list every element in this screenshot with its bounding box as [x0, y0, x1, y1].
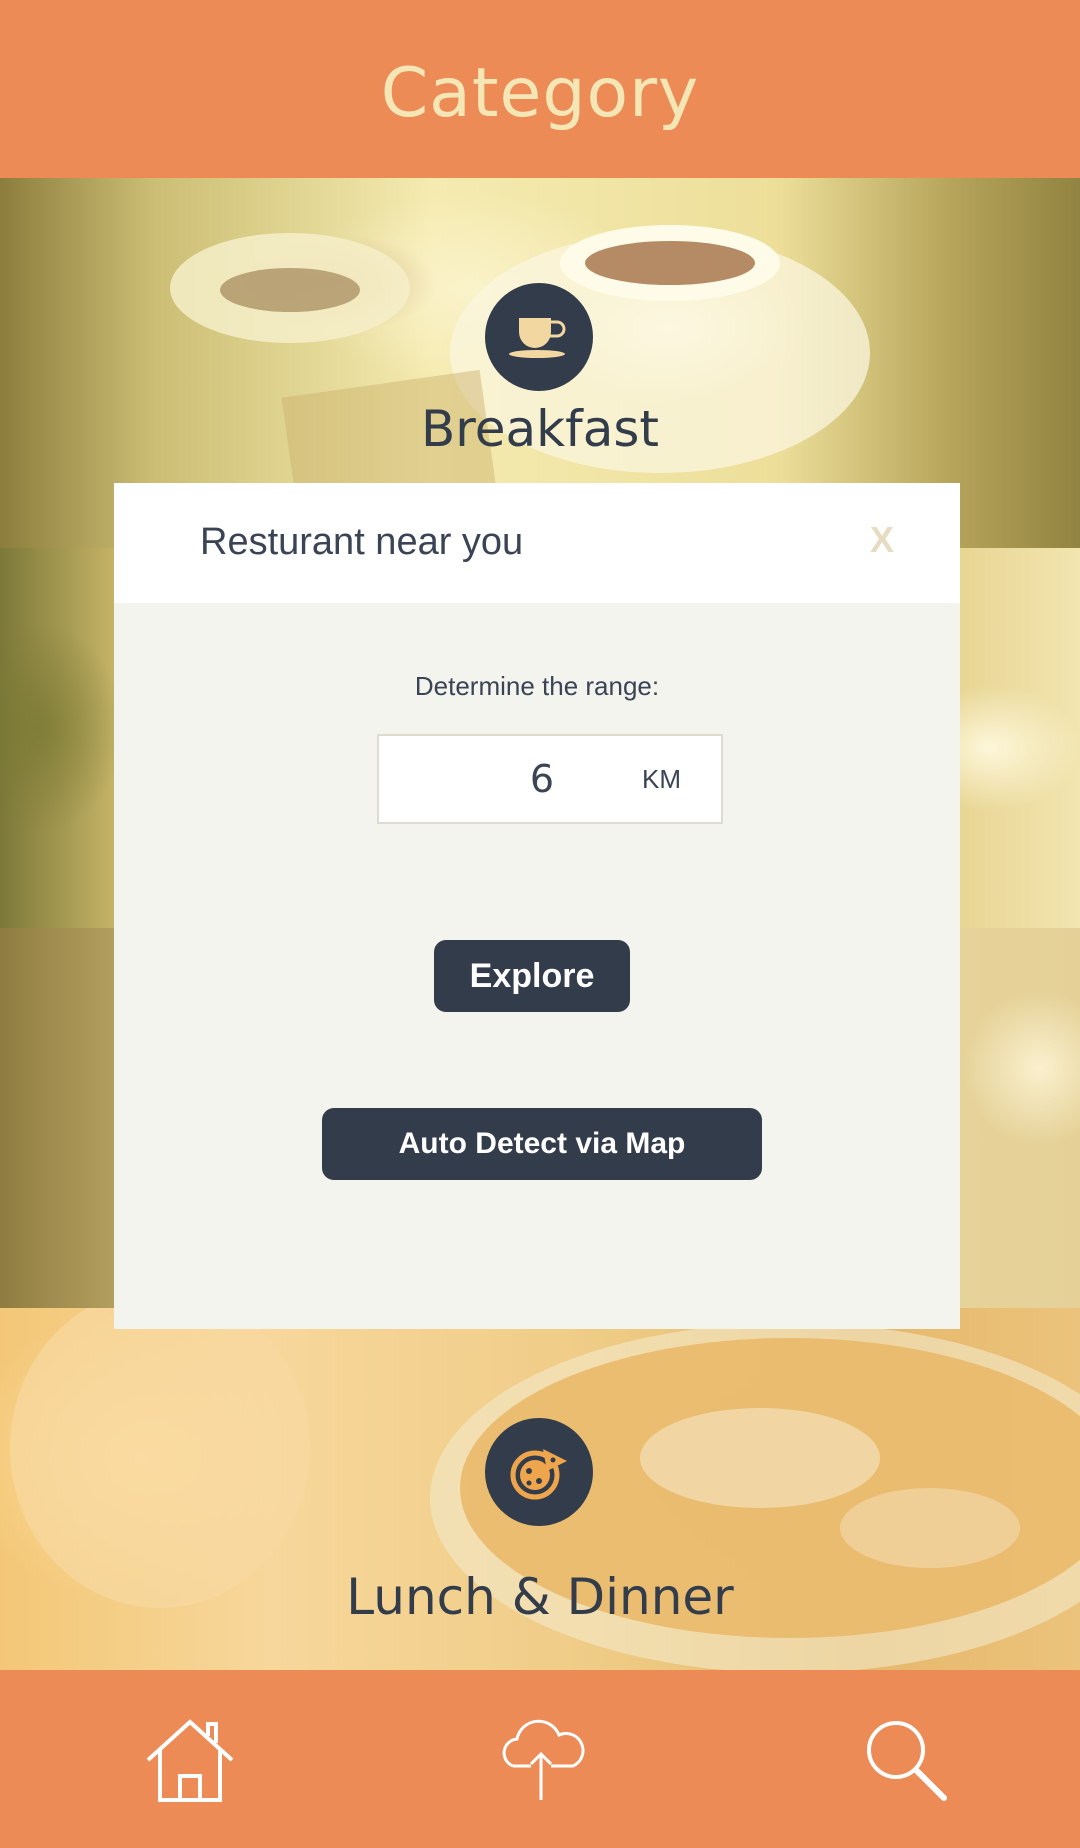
nav-search-button[interactable]	[846, 1690, 966, 1830]
auto-detect-map-button[interactable]: Auto Detect via Map	[322, 1108, 762, 1180]
coffee-cup-icon	[485, 283, 593, 391]
close-button[interactable]: X	[870, 519, 894, 561]
page-title: Category	[380, 53, 700, 133]
range-unit-label: KM	[642, 764, 681, 794]
dialog-header: Resturant near you X	[114, 483, 960, 603]
category-label-lunch-dinner: Lunch & Dinner	[346, 1568, 734, 1626]
nav-home-button[interactable]	[130, 1690, 250, 1830]
home-icon	[146, 1719, 234, 1802]
pizza-glyph	[510, 1449, 567, 1500]
range-input[interactable]	[379, 736, 665, 822]
explore-button[interactable]: Explore	[434, 940, 630, 1012]
coffee-cup-glyph	[509, 318, 566, 358]
pizza-icon	[485, 1418, 593, 1526]
bottom-navigation	[0, 1670, 1080, 1848]
restaurant-near-you-dialog: Resturant near you X Determine the range…	[114, 483, 960, 1329]
range-field[interactable]: KM	[377, 734, 723, 824]
dialog-title: Resturant near you	[200, 521, 524, 563]
category-label-breakfast: Breakfast	[420, 400, 659, 458]
range-label: Determine the range:	[414, 671, 660, 701]
cloud-upload-icon	[502, 1719, 585, 1800]
nav-upload-button[interactable]	[481, 1690, 601, 1830]
search-icon	[867, 1721, 947, 1801]
top-bar: Category	[0, 0, 1080, 178]
